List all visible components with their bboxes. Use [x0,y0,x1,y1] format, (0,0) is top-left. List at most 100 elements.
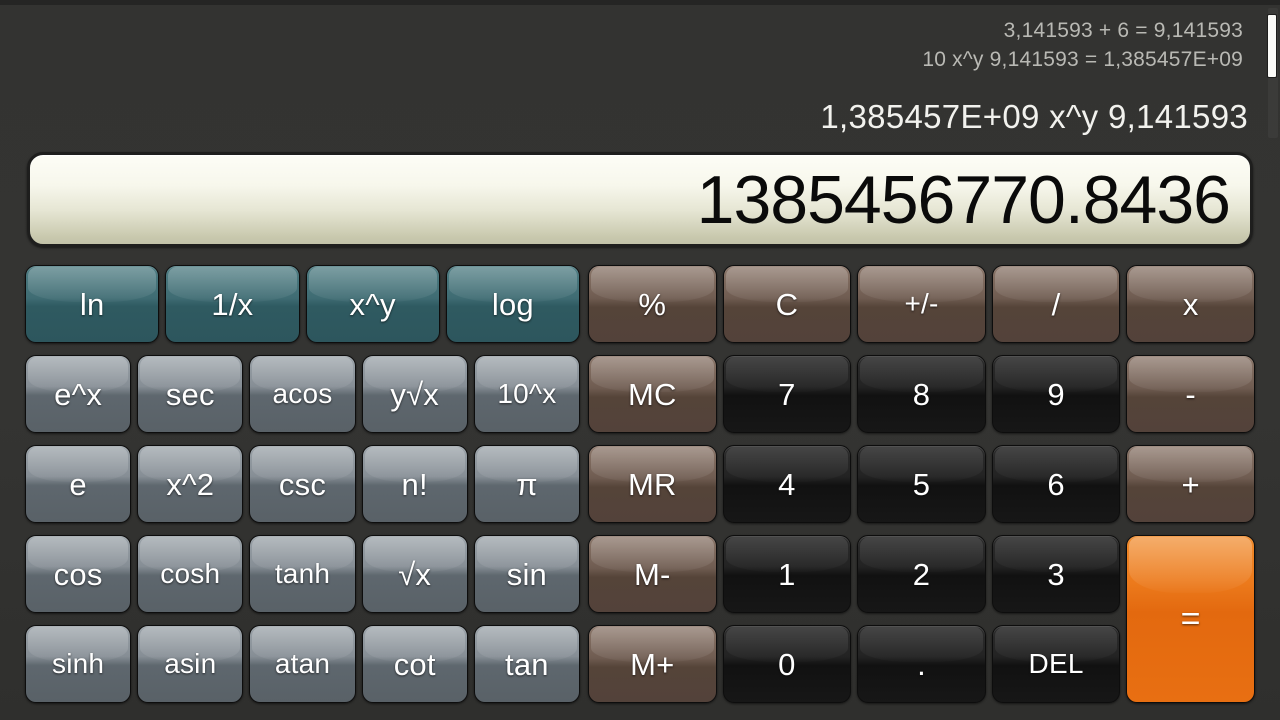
history-scrollbar-thumb[interactable] [1267,14,1277,78]
key-label: tanh [274,558,331,589]
key-label: y√x [390,376,439,412]
key-equals[interactable]: = [1126,535,1255,703]
key-euler[interactable]: e [25,445,132,523]
key-label: MR [627,466,677,502]
calculator-app: 3,141593 + 6 = 9,141593 10 x^y 9,141593 … [0,0,1280,720]
keypad: ln 1/x x^y log% C +/- / x e^x sec acos y√x 10^x MC 7 8 9… [0,262,1280,710]
key-memory-recall[interactable]: MR [588,445,717,523]
key-label: π [516,466,538,502]
key-ten-power[interactable]: 10^x [473,355,580,433]
key-label: 1/x [211,286,254,322]
key-digit-1[interactable]: 1 [722,535,852,613]
key-ln[interactable]: ln [25,265,160,343]
key-label: DEL [1028,648,1084,679]
key-label: x^2 [166,466,215,502]
key-memory-clear[interactable]: MC [588,355,717,433]
key-label: cot [393,646,436,682]
key-label: x^y [349,286,396,322]
key-label: √x [398,556,432,592]
key-cot[interactable]: cot [361,625,468,703]
history-log: 3,141593 + 6 = 9,141593 10 x^y 9,141593 … [0,16,1243,74]
key-cos[interactable]: cos [25,535,132,613]
key-label: C [775,286,799,322]
key-exp[interactable]: e^x [25,355,132,433]
key-label: 6 [1047,466,1065,502]
key-label: = [1180,600,1201,638]
key-label: sin [506,556,547,592]
key-asin[interactable]: asin [137,625,244,703]
key-digit-8[interactable]: 8 [857,355,986,433]
key-sqrt[interactable]: √x [361,535,468,613]
key-digit-6[interactable]: 6 [991,445,1121,523]
key-memory-subtract[interactable]: M- [588,535,717,613]
key-delete[interactable]: DEL [991,625,1121,703]
key-label: +/- [904,288,939,319]
window-top-edge [0,0,1280,5]
key-digit-4[interactable]: 4 [722,445,852,523]
key-label: 8 [912,376,931,412]
key-label: 3 [1047,556,1065,592]
key-reciprocal[interactable]: 1/x [165,265,300,343]
key-add[interactable]: + [1126,445,1255,523]
key-subtract[interactable]: - [1126,355,1255,433]
key-digit-9[interactable]: 9 [991,355,1121,433]
key-label: - [1185,376,1196,412]
key-label: csc [278,466,327,502]
result-display: 1385456770.8436 [27,152,1253,247]
key-label: cosh [160,558,221,589]
key-factorial[interactable]: n! [361,445,468,523]
key-tan[interactable]: tan [473,625,580,703]
key-pi[interactable]: π [473,445,580,523]
key-tanh[interactable]: tanh [249,535,356,613]
key-label: M+ [630,646,675,682]
key-log[interactable]: log [445,265,580,343]
key-label: % [638,286,667,322]
key-digit-5[interactable]: 5 [857,445,986,523]
key-label: 7 [778,376,796,412]
key-acos[interactable]: acos [249,355,356,433]
key-decimal[interactable]: . [857,625,986,703]
key-label: 10^x [497,378,557,409]
key-label: sinh [52,648,105,679]
key-label: x [1182,286,1199,322]
key-label: 9 [1047,376,1065,412]
key-multiply[interactable]: x [1126,265,1255,343]
key-sign-toggle[interactable]: +/- [857,265,986,343]
key-sin[interactable]: sin [473,535,580,613]
key-label: acos [272,378,333,409]
key-nth-root[interactable]: y√x [361,355,468,433]
key-divide[interactable]: / [991,265,1121,343]
key-atan[interactable]: atan [249,625,356,703]
key-memory-add[interactable]: M+ [588,625,717,703]
current-expression: 1,385457E+09 x^y 9,141593 [820,98,1248,135]
key-label: 0 [778,646,796,682]
key-digit-3[interactable]: 3 [991,535,1121,613]
history-line: 3,141593 + 6 = 9,141593 [1003,19,1243,42]
key-label: cos [53,556,103,592]
key-label: e [69,466,87,502]
key-csc[interactable]: csc [249,445,356,523]
key-sec[interactable]: sec [137,355,244,433]
key-label: sec [165,376,215,412]
key-label: M- [634,556,671,592]
key-digit-2[interactable]: 2 [857,535,986,613]
history-line: 10 x^y 9,141593 = 1,385457E+09 [922,48,1243,71]
key-label: ln [79,286,105,322]
key-label: 5 [912,466,931,502]
key-label: atan [274,648,331,679]
key-label: . [917,646,926,682]
key-sinh[interactable]: sinh [25,625,132,703]
key-percent[interactable]: % [588,265,717,343]
key-clear[interactable]: C [722,265,852,343]
key-label: e^x [54,376,103,412]
key-power[interactable]: x^y [305,265,440,343]
key-label: tan [505,646,549,682]
key-label: / [1051,286,1061,322]
key-digit-0[interactable]: 0 [722,625,852,703]
key-digit-7[interactable]: 7 [722,355,852,433]
key-square[interactable]: x^2 [137,445,244,523]
key-label: 2 [912,556,931,592]
key-cosh[interactable]: cosh [137,535,244,613]
key-label: asin [164,648,217,679]
key-label: MC [627,376,677,412]
